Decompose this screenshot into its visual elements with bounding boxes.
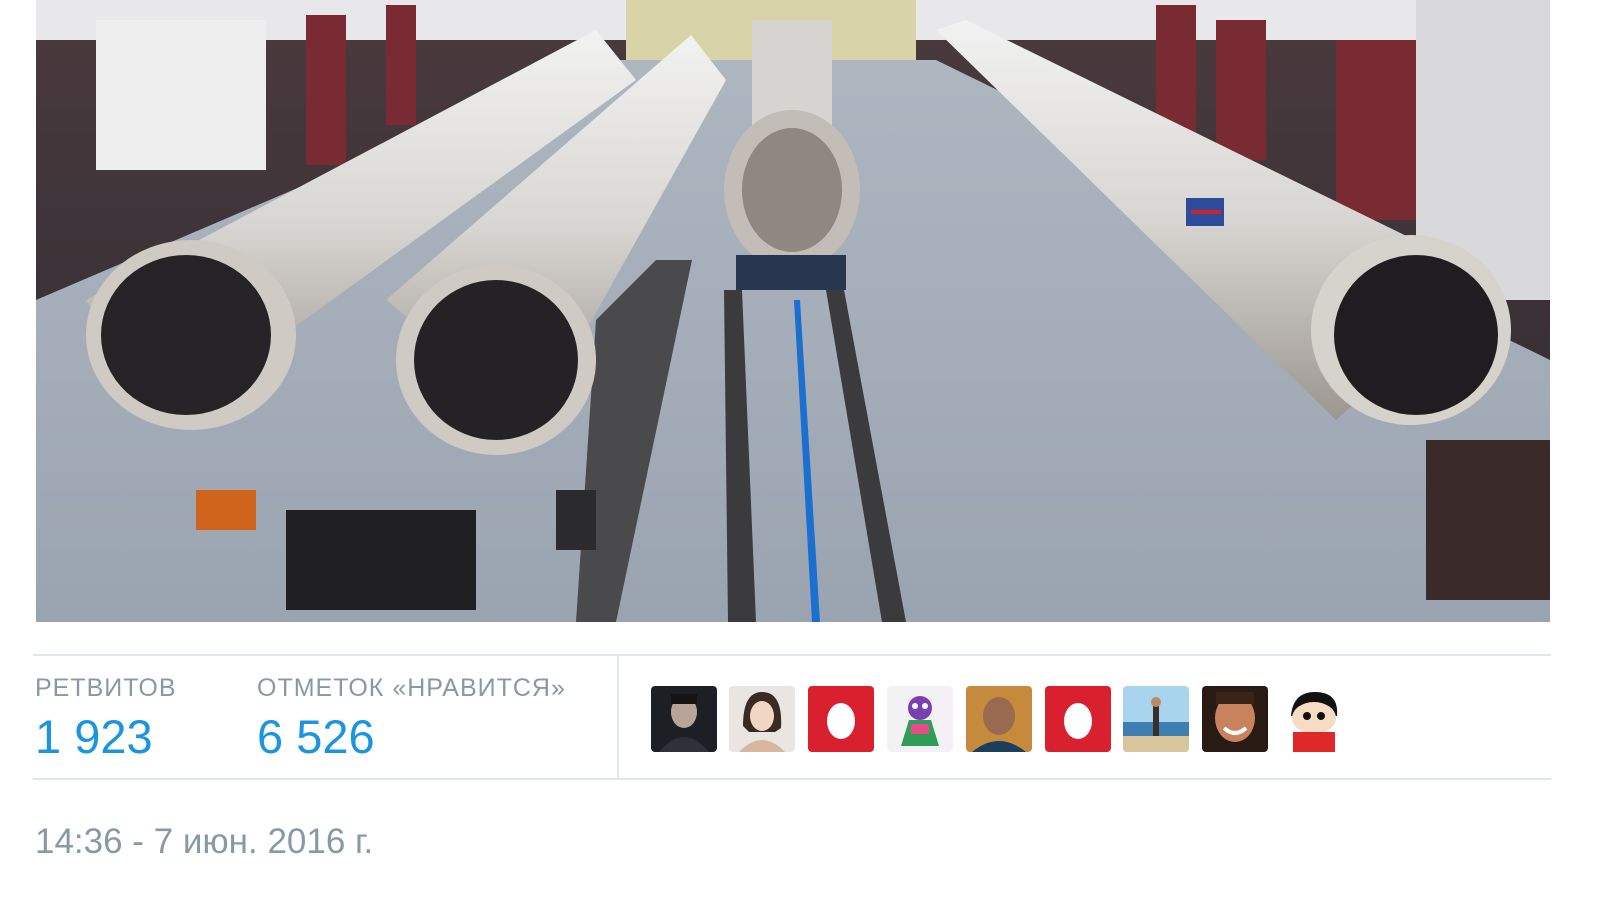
likes-count: 6 526 xyxy=(257,710,375,763)
likes-label: ОТМЕТОК «НРАВИТСЯ» xyxy=(257,674,566,702)
dark-portrait-avatar[interactable] xyxy=(651,686,717,752)
tweet-timestamp[interactable]: 14:36 - 7 июн. 2016 г. xyxy=(35,822,373,862)
retweets-count: 1 923 xyxy=(35,710,153,763)
beach-photo-avatar[interactable] xyxy=(1123,686,1189,752)
likes-stat[interactable]: ОТМЕТОК «НРАВИТСЯ» 6 526 xyxy=(257,674,566,764)
cartoon-avatar[interactable] xyxy=(887,686,953,752)
woman-portrait-avatar[interactable] xyxy=(729,686,795,752)
man-portrait-avatar[interactable] xyxy=(966,686,1032,752)
red-egg-avatar[interactable] xyxy=(1045,686,1111,752)
smiling-man-avatar[interactable] xyxy=(1202,686,1268,752)
anime-boy-avatar[interactable] xyxy=(1281,686,1347,752)
tweet-photo[interactable] xyxy=(36,0,1550,622)
retweets-stat[interactable]: РЕТВИТОВ 1 923 xyxy=(35,674,177,764)
retweets-label: РЕТВИТОВ xyxy=(35,674,177,702)
rocket-hangar-image xyxy=(36,0,1550,622)
stats-divider xyxy=(617,656,619,780)
tweet-stats: РЕТВИТОВ 1 923 ОТМЕТОК «НРАВИТСЯ» 6 526 xyxy=(33,654,1551,780)
red-egg-avatar[interactable] xyxy=(808,686,874,752)
